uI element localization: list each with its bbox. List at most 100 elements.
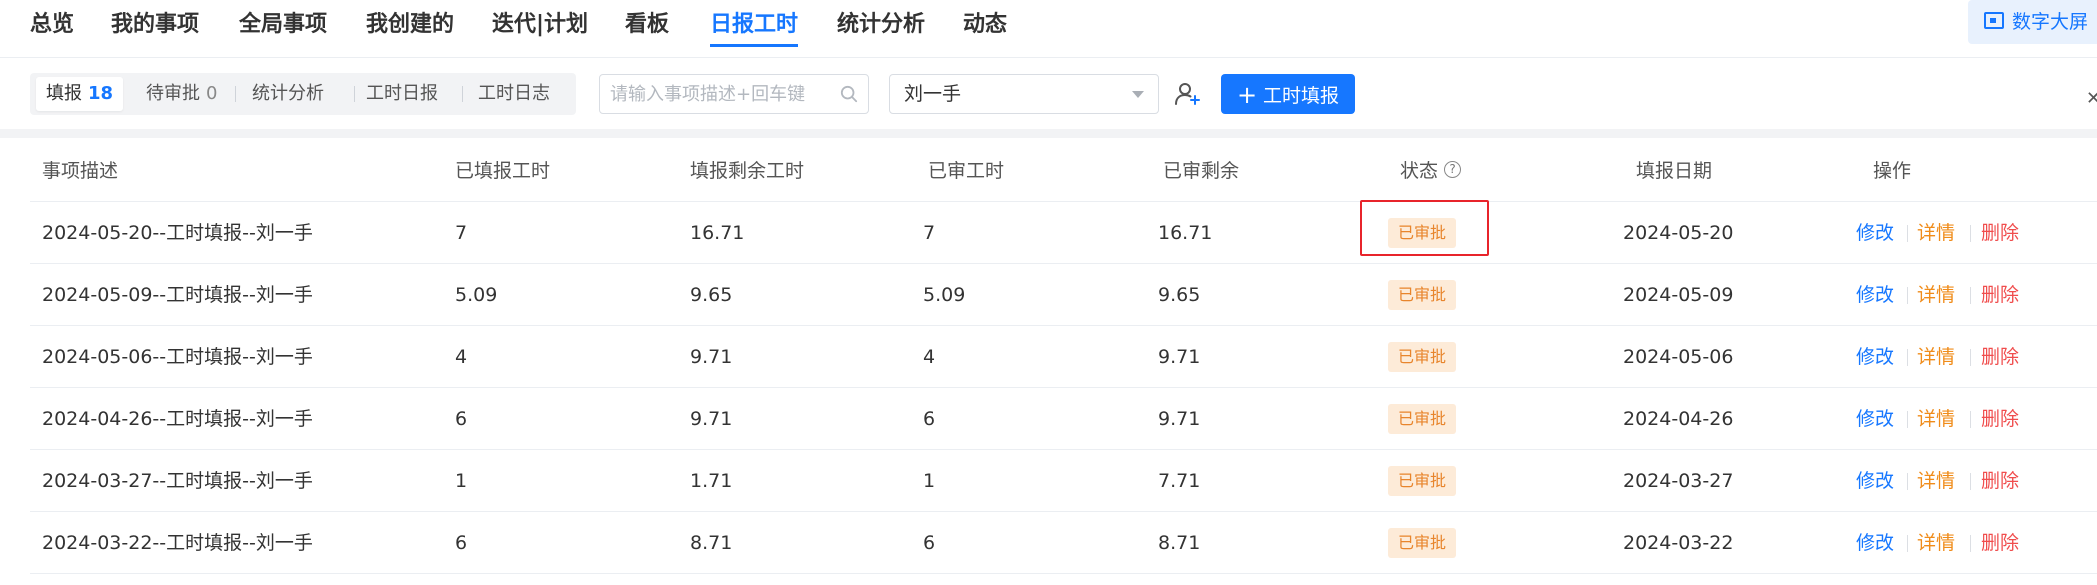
active-tab-underline <box>710 44 798 47</box>
col-header-reported-hours: 已填报工时 <box>455 160 551 182</box>
add-user-icon[interactable] <box>1175 82 1201 106</box>
fill-hours-label: 工时填报 <box>1263 85 1340 107</box>
cell-fill-date: 2024-05-20 <box>1623 222 1734 244</box>
cell-remaining-hours: 9.71 <box>690 346 733 368</box>
nav-item-activity[interactable]: 动态 <box>963 10 1007 40</box>
cell-reported-hours: 1 <box>455 470 468 492</box>
subtab-pending-label: 待审批 <box>146 83 200 104</box>
action-divider <box>1970 349 1971 366</box>
col-header-approved-remaining: 已审剩余 <box>1163 160 1240 182</box>
nav-item-iteration-plan[interactable]: 迭代|计划 <box>492 10 588 40</box>
cell-description: 2024-05-20--工时填报--刘一手 <box>42 222 313 244</box>
detail-link[interactable]: 详情 <box>1917 450 1955 512</box>
cell-remaining-hours: 16.71 <box>690 222 745 244</box>
nav-item-overview[interactable]: 总览 <box>30 10 74 40</box>
subtab-statistics[interactable]: 统计分析 <box>252 73 324 115</box>
action-divider <box>1970 535 1971 552</box>
subtab-divider <box>235 86 236 102</box>
detail-link[interactable]: 详情 <box>1917 388 1955 450</box>
col-header-approved-hours: 已审工时 <box>928 160 1005 182</box>
cell-approved-remaining: 9.71 <box>1158 346 1201 368</box>
action-divider <box>1970 473 1971 490</box>
action-divider <box>1970 287 1971 304</box>
chevron-down-icon <box>1132 91 1144 98</box>
detail-link[interactable]: 详情 <box>1917 202 1955 264</box>
cell-description: 2024-05-09--工时填报--刘一手 <box>42 284 313 306</box>
search-icon[interactable] <box>840 85 858 103</box>
delete-link[interactable]: 删除 <box>1981 450 2019 512</box>
delete-link[interactable]: 删除 <box>1981 202 2019 264</box>
status-badge: 已审批 <box>1388 342 1457 372</box>
cell-approved-hours: 7 <box>923 222 936 244</box>
cell-approved-hours: 1 <box>923 470 936 492</box>
cell-approved-hours: 6 <box>923 408 936 430</box>
detail-link[interactable]: 详情 <box>1917 512 1955 574</box>
cell-fill-date: 2024-04-26 <box>1623 408 1734 430</box>
subtab-fill-label: 填报 <box>46 83 82 104</box>
nav-item-statistics[interactable]: 统计分析 <box>837 10 925 40</box>
edit-link[interactable]: 修改 <box>1856 202 1894 264</box>
edit-link[interactable]: 修改 <box>1856 264 1894 326</box>
edit-link[interactable]: 修改 <box>1856 388 1894 450</box>
subtab-hours-daily[interactable]: 工时日报 <box>366 73 438 115</box>
delete-link[interactable]: 删除 <box>1981 512 2019 574</box>
status-badge: 已审批 <box>1388 528 1457 558</box>
cell-approved-remaining: 7.71 <box>1158 470 1201 492</box>
cell-approved-remaining: 9.71 <box>1158 408 1201 430</box>
cell-description: 2024-04-26--工时填报--刘一手 <box>42 408 313 430</box>
nav-item-my-items[interactable]: 我的事项 <box>111 10 199 40</box>
action-divider <box>1907 225 1908 242</box>
subtab-hours-log-label: 工时日志 <box>478 83 550 104</box>
cell-fill-date: 2024-05-06 <box>1623 346 1734 368</box>
cell-approved-hours: 4 <box>923 346 936 368</box>
search-input[interactable] <box>600 75 820 113</box>
cell-remaining-hours: 8.71 <box>690 532 733 554</box>
cell-reported-hours: 6 <box>455 408 468 430</box>
table-row: 2024-03-22--工时填报--刘一手 6 8.71 6 8.71 2024-03-2… <box>30 512 2097 574</box>
edit-link[interactable]: 修改 <box>1856 326 1894 388</box>
nav-item-created-by-me[interactable]: 我创建的 <box>366 10 454 40</box>
edit-link[interactable]: 修改 <box>1856 450 1894 512</box>
cell-description: 2024-03-22--工时填报--刘一手 <box>42 532 313 554</box>
nav-item-daily-hours[interactable]: 日报工时 <box>710 10 798 40</box>
cell-reported-hours: 7 <box>455 222 468 244</box>
pin-icon[interactable]: ✕ <box>2086 88 2097 109</box>
subtab-hours-daily-label: 工时日报 <box>366 83 438 104</box>
detail-link[interactable]: 详情 <box>1917 264 1955 326</box>
nav-item-global-items[interactable]: 全局事项 <box>239 10 327 40</box>
subtab-statistics-label: 统计分析 <box>252 83 324 104</box>
subtab-fill[interactable]: 填报 18 <box>36 77 124 111</box>
cell-approved-hours: 5.09 <box>923 284 966 306</box>
user-select-value: 刘一手 <box>904 83 962 105</box>
cell-reported-hours: 6 <box>455 532 468 554</box>
col-header-description: 事项描述 <box>42 160 119 182</box>
subtab-pending-approval[interactable]: 待审批 0 <box>146 73 217 115</box>
cell-approved-remaining: 8.71 <box>1158 532 1201 554</box>
action-divider <box>1907 473 1908 490</box>
table-row: 2024-05-09--工时填报--刘一手 5.09 9.65 5.09 9.65 202… <box>30 264 2097 326</box>
detail-link[interactable]: 详情 <box>1917 326 1955 388</box>
status-badge: 已审批 <box>1388 280 1457 310</box>
edit-link[interactable]: 修改 <box>1856 512 1894 574</box>
action-divider <box>1907 535 1908 552</box>
help-icon[interactable]: ? <box>1444 161 1462 178</box>
col-header-fill-date: 填报日期 <box>1636 160 1713 182</box>
nav-item-kanban[interactable]: 看板 <box>625 10 669 40</box>
plus-icon: + <box>1236 81 1258 109</box>
action-divider <box>1970 411 1971 428</box>
action-divider <box>1907 349 1908 366</box>
dashboard-icon <box>1984 12 2004 29</box>
cell-fill-date: 2024-03-27 <box>1623 470 1734 492</box>
user-select[interactable]: 刘一手 <box>889 74 1159 114</box>
cell-approved-hours: 6 <box>923 532 936 554</box>
subtab-pending-count: 0 <box>206 83 218 104</box>
delete-link[interactable]: 删除 <box>1981 264 2019 326</box>
fill-hours-button[interactable]: + 工时填报 <box>1221 74 1355 114</box>
delete-link[interactable]: 删除 <box>1981 326 2019 388</box>
subtab-hours-log[interactable]: 工时日志 <box>478 73 550 115</box>
cell-approved-remaining: 16.71 <box>1158 222 1213 244</box>
top-navigation: 总览 我的事项 全局事项 我创建的 迭代|计划 看板 日报工时 统计分析 动态 … <box>0 0 2097 58</box>
digital-screen-button[interactable]: 数字大屏 <box>1968 0 2097 44</box>
delete-link[interactable]: 删除 <box>1981 388 2019 450</box>
action-divider <box>1907 287 1908 304</box>
